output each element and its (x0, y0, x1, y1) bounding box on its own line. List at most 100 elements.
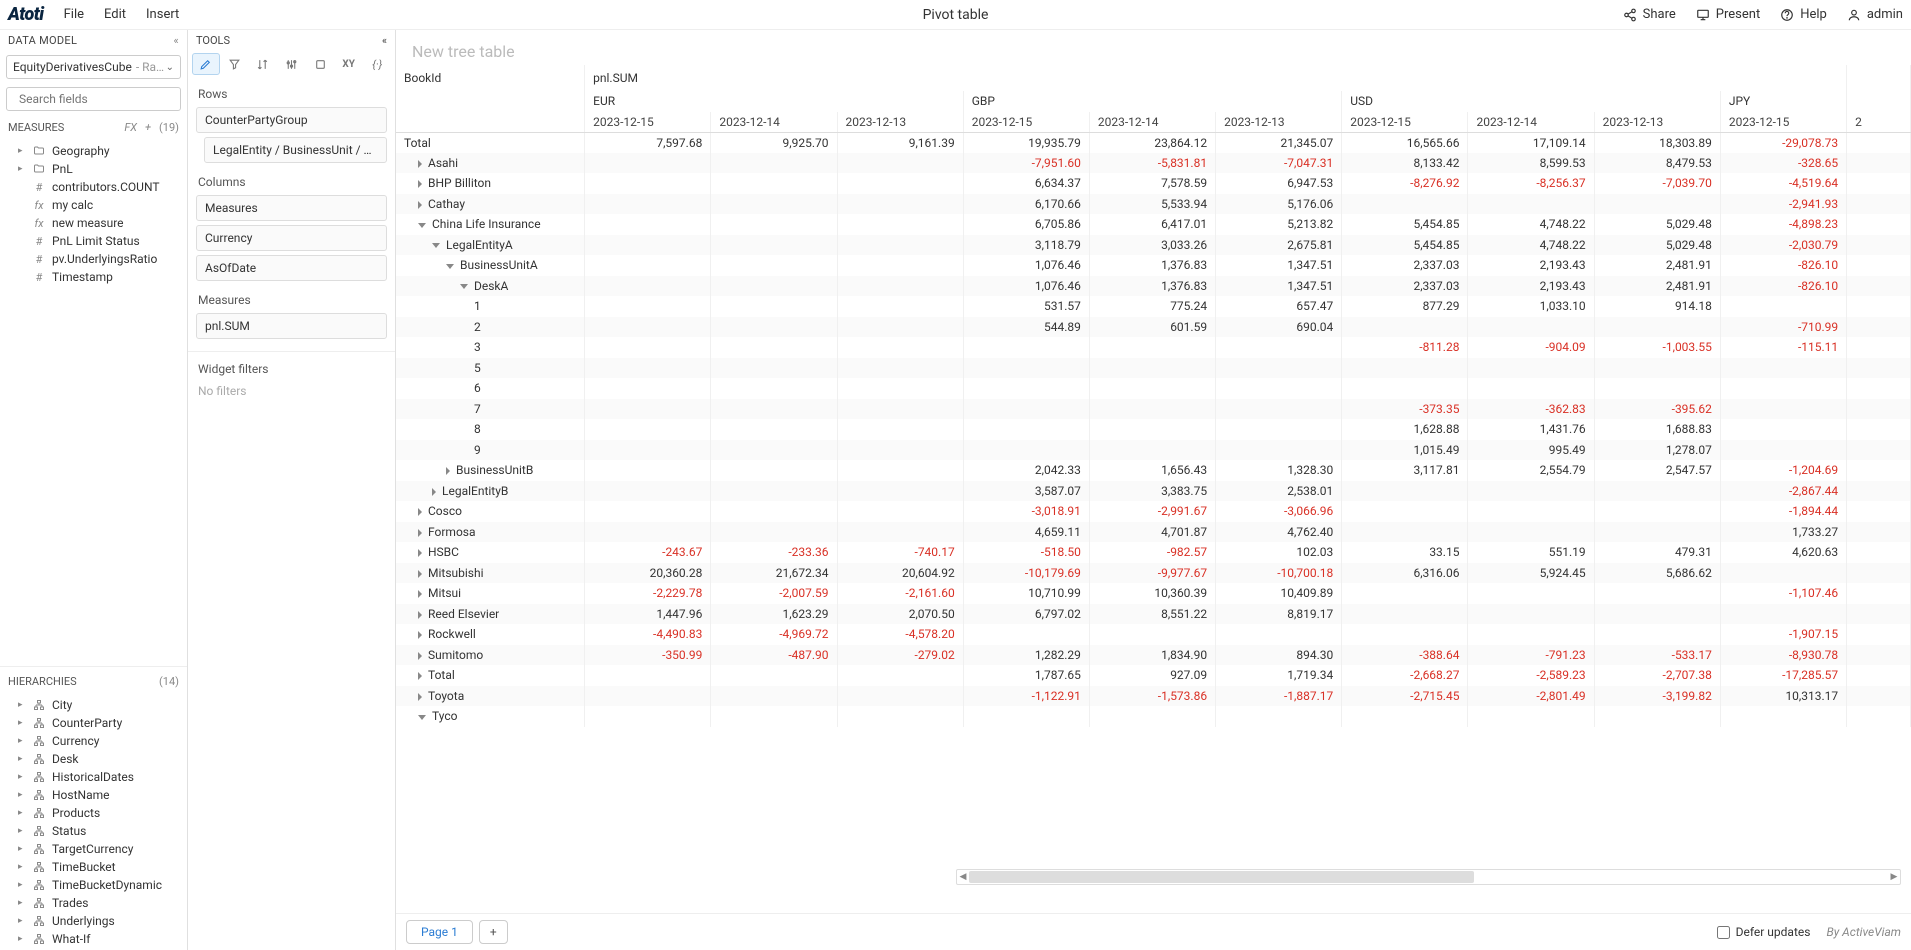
row-header[interactable]: BusinessUnitB (396, 460, 585, 481)
cell[interactable]: 8,551.22 (1089, 604, 1215, 625)
cell[interactable] (1342, 604, 1468, 625)
cell[interactable] (1468, 604, 1594, 625)
cell[interactable]: 6,170.66 (963, 194, 1089, 215)
cell[interactable] (1342, 706, 1468, 727)
cell[interactable]: 19,935.79 (963, 132, 1089, 153)
cell[interactable]: 9,161.39 (837, 132, 963, 153)
tool-xy[interactable]: XY (335, 53, 363, 75)
cell[interactable] (1342, 358, 1468, 379)
cell[interactable]: -29,078.73 (1720, 132, 1846, 153)
date-hdr[interactable]: 2023-12-13 (837, 112, 963, 133)
cell[interactable] (1216, 624, 1342, 645)
row-chip[interactable]: LegalEntity / BusinessUnit / Desk / B... (204, 137, 387, 163)
cell[interactable] (711, 337, 837, 358)
hierarchy-item[interactable]: ▸HistoricalDates (0, 768, 187, 786)
expand-icon[interactable] (418, 508, 422, 516)
cell[interactable]: 1,282.29 (963, 645, 1089, 666)
cell[interactable]: 4,620.63 (1720, 542, 1846, 563)
cell[interactable]: -740.17 (837, 542, 963, 563)
cell[interactable]: -2,161.60 (837, 583, 963, 604)
cell[interactable]: -4,519.64 (1720, 173, 1846, 194)
date-hdr[interactable]: 2023-12-15 (1720, 112, 1846, 133)
cell[interactable]: -811.28 (1342, 337, 1468, 358)
cell[interactable] (1720, 563, 1846, 584)
cell[interactable] (1468, 194, 1594, 215)
row-header[interactable]: Cathay (396, 194, 585, 215)
cell[interactable] (963, 706, 1089, 727)
cell[interactable] (711, 522, 837, 543)
cell[interactable]: 1,447.96 (585, 604, 711, 625)
cell[interactable]: 601.59 (1089, 317, 1215, 338)
cell[interactable]: -2,991.67 (1089, 501, 1215, 522)
cell[interactable]: -4,898.23 (1720, 214, 1846, 235)
tool-tune[interactable] (278, 53, 306, 75)
horizontal-scrollbar[interactable]: ◀ ▶ (956, 869, 1901, 885)
cell[interactable]: -1,003.55 (1594, 337, 1720, 358)
scroll-left-icon[interactable]: ◀ (957, 872, 969, 882)
cell[interactable] (837, 460, 963, 481)
cell[interactable] (1720, 399, 1846, 420)
date-hdr[interactable]: 2023-12-14 (1089, 112, 1215, 133)
cell[interactable]: -7,047.31 (1216, 153, 1342, 174)
row-chip[interactable]: CounterPartyGroup (196, 107, 387, 133)
cell[interactable] (837, 706, 963, 727)
cell[interactable]: 6,947.53 (1216, 173, 1342, 194)
cell[interactable]: 2,042.33 (963, 460, 1089, 481)
cell[interactable] (585, 337, 711, 358)
currency-hdr[interactable]: JPY (1720, 91, 1846, 112)
cell[interactable]: 9,925.70 (711, 132, 837, 153)
cell[interactable] (585, 419, 711, 440)
cell[interactable]: -3,018.91 (963, 501, 1089, 522)
cell[interactable] (711, 399, 837, 420)
row-header[interactable]: Formosa (396, 522, 585, 543)
cell[interactable]: 8,599.53 (1468, 153, 1594, 174)
collapse-data-model-icon[interactable]: « (174, 34, 179, 47)
cell[interactable] (1216, 419, 1342, 440)
cell[interactable]: 3,118.79 (963, 235, 1089, 256)
cell[interactable]: -1,204.69 (1720, 460, 1846, 481)
date-hdr[interactable]: 2023-12-15 (963, 112, 1089, 133)
cell[interactable] (1089, 706, 1215, 727)
row-header[interactable]: Reed Elsevier (396, 604, 585, 625)
cell[interactable] (1720, 604, 1846, 625)
cell[interactable]: 10,409.89 (1216, 583, 1342, 604)
cell[interactable]: -233.36 (711, 542, 837, 563)
measure-item[interactable]: fxnew measure (0, 214, 187, 232)
cell[interactable] (837, 337, 963, 358)
cell[interactable] (1594, 501, 1720, 522)
hierarchy-item[interactable]: ▸City (0, 696, 187, 714)
cell[interactable]: 1,623.29 (711, 604, 837, 625)
currency-hdr[interactable]: GBP (963, 91, 1342, 112)
cell[interactable]: 7,578.59 (1089, 173, 1215, 194)
measure-item[interactable]: #contributors.COUNT (0, 178, 187, 196)
cell[interactable] (1342, 317, 1468, 338)
cell[interactable]: 544.89 (963, 317, 1089, 338)
cell[interactable] (711, 419, 837, 440)
measure-item[interactable]: ▸Geography (0, 142, 187, 160)
cell[interactable]: -1,107.46 (1720, 583, 1846, 604)
help-button[interactable]: Help (1780, 7, 1827, 22)
cell[interactable] (837, 358, 963, 379)
hierarchy-item[interactable]: ▸Underlyings (0, 912, 187, 930)
cell[interactable] (837, 440, 963, 461)
cell[interactable] (837, 399, 963, 420)
cell[interactable] (837, 214, 963, 235)
cell[interactable]: 2,554.79 (1468, 460, 1594, 481)
date-hdr-extra[interactable]: 2 (1847, 112, 1911, 133)
cell[interactable] (1720, 378, 1846, 399)
expand-icon[interactable] (418, 652, 422, 660)
cell[interactable]: -8,930.78 (1720, 645, 1846, 666)
cell[interactable]: 1,376.83 (1089, 276, 1215, 297)
cell[interactable] (1468, 501, 1594, 522)
cell[interactable]: 3,033.26 (1089, 235, 1215, 256)
cell[interactable]: -9,977.67 (1089, 563, 1215, 584)
measure-chip[interactable]: pnl.SUM (196, 313, 387, 339)
hierarchy-item[interactable]: ▸Desk (0, 750, 187, 768)
cell[interactable]: 927.09 (1089, 665, 1215, 686)
cell[interactable] (837, 522, 963, 543)
cell[interactable] (963, 378, 1089, 399)
search-fields[interactable] (6, 87, 181, 111)
cell[interactable] (963, 419, 1089, 440)
cell[interactable] (1468, 378, 1594, 399)
cell[interactable] (585, 235, 711, 256)
